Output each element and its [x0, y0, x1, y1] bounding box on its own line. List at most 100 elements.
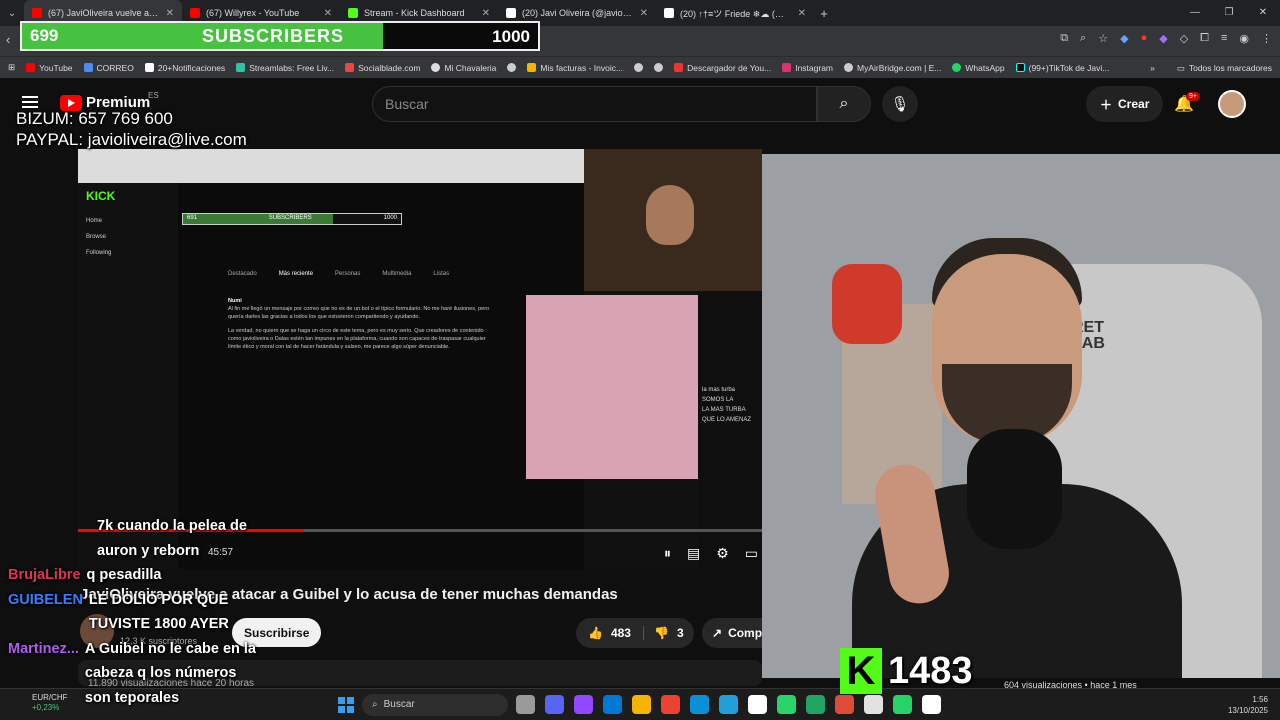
folder-icon: ▭: [1176, 62, 1185, 73]
tab-title: (67) JaviOliveira vuelve a atacar: [48, 8, 160, 18]
close-tab-icon[interactable]: ✕: [324, 8, 332, 19]
taskbar-app-icon[interactable]: [632, 695, 651, 714]
taskbar-app-icon[interactable]: [603, 695, 622, 714]
subtitles-icon[interactable]: ▤: [687, 545, 700, 562]
avatar[interactable]: [1218, 90, 1246, 118]
close-tab-icon[interactable]: ✕: [640, 8, 648, 19]
taskbar-app-icon[interactable]: [574, 695, 593, 714]
search-button[interactable]: ⌕: [817, 86, 871, 122]
bookmark-item[interactable]: Descargador de You...: [674, 63, 771, 73]
extension-icon[interactable]: ◆: [1120, 32, 1128, 45]
region-code: ES: [148, 91, 159, 100]
taskbar-app-icon[interactable]: [806, 695, 825, 714]
taskbar-app-icon[interactable]: [835, 695, 854, 714]
chat-username: Martinez...: [8, 640, 79, 657]
bookmark-item[interactable]: [507, 63, 517, 72]
extensions-puzzle-icon[interactable]: ⧠: [1200, 32, 1209, 45]
maximize-icon[interactable]: ❐: [1212, 0, 1246, 26]
voice-search-button[interactable]: 🎙: [882, 86, 918, 122]
bookmark-item[interactable]: 20+Notificaciones: [144, 63, 225, 73]
extension-icon[interactable]: ●: [1141, 32, 1148, 45]
chevron-right-icon[interactable]: »: [1150, 63, 1155, 73]
taskbar-app-icon[interactable]: [922, 695, 941, 714]
hamburger-menu-icon[interactable]: [22, 96, 38, 108]
taskbar-app-icon[interactable]: [516, 695, 535, 714]
cast-icon[interactable]: ⧉: [1060, 32, 1068, 45]
socialblade-icon: [345, 63, 355, 72]
apps-grid-icon[interactable]: ⊞: [8, 62, 15, 73]
video-controls: ⏸ ▤ ⚙ ▭: [664, 545, 758, 562]
extension-icon[interactable]: ◆: [1159, 32, 1167, 45]
minimize-icon[interactable]: —: [1178, 0, 1212, 26]
close-window-icon[interactable]: ✕: [1246, 0, 1280, 26]
chat-text: 7k cuando la pelea de auron y reborn: [97, 518, 247, 559]
bookmark-item[interactable]: Streamlabs: Free Liv...: [236, 63, 334, 73]
bookmark-item[interactable]: [634, 63, 644, 72]
kick-viewer-counter: K 1483: [840, 648, 973, 694]
bookmark-item[interactable]: CORREO: [83, 63, 134, 73]
settings-gear-icon[interactable]: ⚙: [716, 545, 729, 562]
taskbar-app-icon[interactable]: [748, 695, 767, 714]
bookmark-label: Mis facturas - Invoic...: [540, 62, 624, 73]
subscriber-goal: 1000: [492, 27, 530, 46]
taskbar-apps: [516, 695, 941, 714]
video-player[interactable]: KICK Home Browse Following 691 SUBSCRIBERS…: [78, 149, 762, 569]
reading-list-icon[interactable]: ≡: [1221, 32, 1227, 45]
extension-icon[interactable]: ◇: [1180, 32, 1188, 45]
clock-date: 13/10/2025: [1227, 706, 1268, 715]
donation-overlay: BIZUM: 657 769 600 PAYPAL: javioliveira@…: [16, 108, 247, 150]
bookmark-item[interactable]: Socialblade.com: [345, 63, 420, 73]
bookmark-star-icon[interactable]: ☆: [1098, 32, 1108, 45]
inner-sub-label: SUBSCRIBERS: [268, 215, 312, 221]
bookmark-label: Descargador de You...: [687, 62, 772, 73]
taskbar-app-icon[interactable]: [661, 695, 680, 714]
taskbar-app-icon[interactable]: [864, 695, 883, 714]
all-bookmarks[interactable]: » ▭ Todos los marcadores: [1150, 57, 1272, 79]
bookmark-item[interactable]: Mis facturas - Invoic...: [527, 63, 623, 73]
back-icon[interactable]: ‹: [6, 32, 10, 47]
bookmark-item[interactable]: (99+)TikTok de Javi...: [1015, 63, 1109, 73]
bookmark-label: Mi Chavaleria: [444, 62, 497, 73]
dislike-button[interactable]: 👎 3: [644, 626, 694, 640]
chat-text: q pesadilla: [86, 567, 162, 583]
close-tab-icon[interactable]: ✕: [166, 8, 174, 19]
chat-text: LE DOLIO POR QUE TUVISTE 1800 AYER: [88, 591, 229, 633]
autoplay-toggle-icon[interactable]: ⏸: [664, 545, 671, 562]
bookmark-item[interactable]: [654, 63, 664, 72]
like-button[interactable]: 👍 483: [576, 626, 644, 640]
bookmark-item[interactable]: Instagram: [782, 63, 833, 73]
miniplayer-icon[interactable]: ▭: [745, 545, 758, 562]
subscriber-label: SUBSCRIBERS: [202, 25, 345, 46]
taskbar-app-icon[interactable]: [893, 695, 912, 714]
youtube-favicon-icon: [32, 8, 42, 18]
kick-viewer-count: 1483: [888, 649, 973, 692]
taskbar-app-icon[interactable]: [777, 695, 796, 714]
bookmark-item[interactable]: Mi Chavaleria: [431, 63, 496, 73]
search-icon: ⌕: [839, 95, 849, 112]
menu-dots-icon[interactable]: ⋮: [1261, 32, 1272, 45]
search-input[interactable]: Buscar: [372, 86, 817, 122]
browser-tab[interactable]: (20) ↑†≡ツ Friede ❄☁ (@rulg ✕: [656, 0, 814, 26]
bookmark-item[interactable]: MyAirBridge.com | E...: [844, 63, 941, 73]
share-button[interactable]: ↗ Compartir: [702, 618, 764, 648]
bookmark-label: Streamlabs: Free Liv...: [249, 62, 335, 73]
system-clock[interactable]: 1:56 13/10/2025: [1228, 694, 1268, 716]
close-tab-icon[interactable]: ✕: [482, 8, 490, 19]
zoom-icon[interactable]: ⌕: [1080, 32, 1086, 45]
youtube-favicon-icon: [190, 8, 200, 18]
inner-chat-line: LA MAS TURBA: [702, 407, 746, 413]
tiktok-icon: [1015, 63, 1025, 72]
taskbar-app-icon[interactable]: [690, 695, 709, 714]
taskbar-app-icon[interactable]: [545, 695, 564, 714]
close-tab-icon[interactable]: ✕: [798, 8, 806, 19]
search-icon: ⌕: [372, 699, 378, 710]
taskbar-app-icon[interactable]: [719, 695, 738, 714]
bookmark-item[interactable]: WhatsApp: [952, 63, 1005, 73]
dislike-count: 3: [676, 626, 684, 640]
bookmark-item[interactable]: YouTube: [26, 63, 73, 73]
profile-icon[interactable]: ◉: [1239, 32, 1249, 45]
new-tab-icon[interactable]: +: [814, 6, 834, 21]
taskbar-search[interactable]: ⌕ Buscar: [362, 694, 508, 716]
windows-start-icon[interactable]: [338, 697, 354, 713]
create-button[interactable]: ＋ Crear: [1086, 86, 1164, 122]
